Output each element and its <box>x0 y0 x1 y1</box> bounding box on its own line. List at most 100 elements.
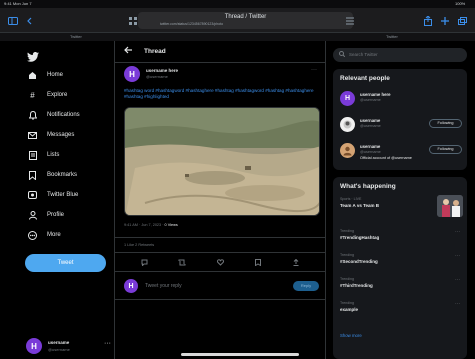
nav-item-profile[interactable]: Profile <box>28 209 64 221</box>
trend-item[interactable]: Trending example ··· <box>340 301 465 325</box>
url-text: twitter.com/status/1234567890123/photo <box>160 22 224 26</box>
bookmark-icon <box>28 170 37 180</box>
avatar: H <box>26 338 42 354</box>
relevant-people-panel: Relevant people H username here @usernam… <box>333 69 467 170</box>
retweet-icon[interactable] <box>177 257 187 267</box>
divider <box>115 252 325 253</box>
hashtag-icon: # <box>30 90 35 100</box>
trend-item[interactable]: Sports · LIVE Team A vs Team B <box>340 195 465 221</box>
list-icon <box>28 150 37 160</box>
blue-icon <box>28 191 37 200</box>
reply-icon[interactable] <box>139 257 149 267</box>
nav-item-bookmarks[interactable]: Bookmarks <box>28 169 77 181</box>
person-row[interactable]: H username here @username <box>340 90 465 110</box>
person-handle: @username <box>360 124 381 128</box>
show-more-link[interactable]: Show more <box>340 333 362 338</box>
nav-item-notifications[interactable]: Notifications <box>28 109 80 121</box>
trend-item[interactable]: Trending #TrendingHashtag ··· <box>340 229 465 253</box>
avatar <box>340 143 355 158</box>
nav-label: Bookmarks <box>47 172 78 178</box>
tweet-time: 9:41 AM <box>124 223 138 227</box>
following-button[interactable]: Following <box>429 145 462 154</box>
tab-left[interactable]: Twitter <box>70 34 82 39</box>
more-dots-icon[interactable]: ··· <box>455 277 460 283</box>
more-dots-icon[interactable]: ··· <box>311 67 317 73</box>
divider <box>115 299 325 300</box>
bell-icon <box>28 110 37 120</box>
nav-label: Explore <box>47 92 68 98</box>
more-dots-icon[interactable]: ··· <box>455 301 460 307</box>
more-dots-icon[interactable]: ··· <box>455 253 460 259</box>
person-row[interactable]: username @username Official account of @… <box>340 142 465 166</box>
nav-label: Lists <box>47 152 60 158</box>
status-bar: 9:41 Mon Jun 7 100% <box>0 0 475 8</box>
person-handle: @username <box>360 98 381 102</box>
nav-item-twitter-blue[interactable]: Twitter Blue <box>28 189 78 201</box>
new-tab-icon[interactable] <box>438 14 452 27</box>
nav-label: Notifications <box>47 112 80 118</box>
panel-title: Relevant people <box>340 75 390 82</box>
more-dots-icon: ··· <box>104 340 111 347</box>
sidebar-toggle-icon[interactable] <box>6 14 20 27</box>
back-arrow-icon[interactable] <box>124 46 132 56</box>
following-button[interactable]: Following <box>429 119 462 128</box>
tweet-text[interactable]: #hashtag word #hashtagword #hashtaghere … <box>124 88 314 100</box>
browser-toolbar: Thread / Twitter twitter.com/status/1234… <box>0 8 475 33</box>
author-name[interactable]: username here <box>146 68 178 73</box>
share-icon[interactable] <box>291 257 301 267</box>
thread-header: Thread <box>115 41 325 63</box>
nav-item-more[interactable]: More <box>28 229 61 241</box>
trend-category: Trending <box>340 301 355 305</box>
tweet-meta: 9:41 AM · Jun 7, 2023 · 0 Views <box>124 223 178 227</box>
tab-right[interactable]: Twitter <box>386 34 398 39</box>
person-name: username <box>360 118 381 123</box>
trend-category: Sports · LIVE <box>340 197 362 201</box>
whats-happening-panel: What's happening Sports · LIVE Team A vs… <box>333 177 467 359</box>
more-dots-icon[interactable]: ··· <box>455 229 460 235</box>
back-icon[interactable] <box>22 14 36 27</box>
trend-item[interactable]: Trending #ThirdTrending ··· <box>340 277 465 301</box>
bookmark-icon[interactable] <box>253 257 263 267</box>
reader-icon[interactable] <box>343 14 357 27</box>
account-switcher[interactable]: H username @username ··· <box>24 337 114 359</box>
nav-label: Home <box>47 72 64 78</box>
avatar[interactable]: H <box>124 66 140 82</box>
search-input[interactable]: Search Twitter <box>333 48 467 62</box>
account-handle: @username <box>48 347 70 352</box>
more-circle-icon <box>28 230 37 240</box>
divider <box>115 237 325 238</box>
tweet-stats[interactable]: 1 Like 2 Retweets <box>124 243 154 247</box>
page-title: Thread / Twitter <box>224 14 267 20</box>
person-icon <box>28 210 37 220</box>
share-icon[interactable] <box>421 14 435 27</box>
thread-column: Thread H username here @username ··· #ha… <box>114 41 326 359</box>
tab-overview-icon[interactable] <box>455 14 469 27</box>
right-sidebar: Search Twitter Relevant people H usernam… <box>326 41 475 359</box>
battery-indicator: 100% <box>455 1 466 6</box>
twitter-logo-icon[interactable] <box>27 49 39 62</box>
nav-item-home[interactable]: Home <box>28 69 63 81</box>
trend-topic: #TrendingHashtag <box>340 235 380 240</box>
tweet-photo[interactable] <box>124 107 320 216</box>
author-handle: @username <box>146 74 168 79</box>
address-bar[interactable]: Thread / Twitter twitter.com/status/1234… <box>138 12 353 29</box>
reply-input[interactable]: Tweet your reply <box>145 283 285 289</box>
reply-button[interactable]: Reply <box>293 281 319 291</box>
trend-category: Trending <box>340 277 355 281</box>
person-name: username here <box>360 92 391 97</box>
trend-topic: example <box>340 307 359 312</box>
nav-item-messages[interactable]: Messages <box>28 129 74 141</box>
left-sidebar: Home # Explore Notifications Messages Li… <box>0 41 114 359</box>
panel-title: What's happening <box>340 183 396 190</box>
tweet-button[interactable]: Tweet <box>25 254 106 272</box>
person-row[interactable]: username @username Following <box>340 116 465 136</box>
like-icon[interactable] <box>215 257 225 267</box>
nav-item-lists[interactable]: Lists <box>28 149 59 161</box>
trend-topic: #SecondTrending <box>340 259 378 264</box>
status-time: 9:41 Mon Jun 7 <box>4 1 32 6</box>
person-bio: Official account of @username <box>360 156 412 160</box>
person-handle: @username <box>360 150 381 154</box>
nav-item-explore[interactable]: # Explore <box>28 89 67 101</box>
home-indicator[interactable] <box>181 353 299 356</box>
trend-item[interactable]: Trending #SecondTrending ··· <box>340 253 465 277</box>
